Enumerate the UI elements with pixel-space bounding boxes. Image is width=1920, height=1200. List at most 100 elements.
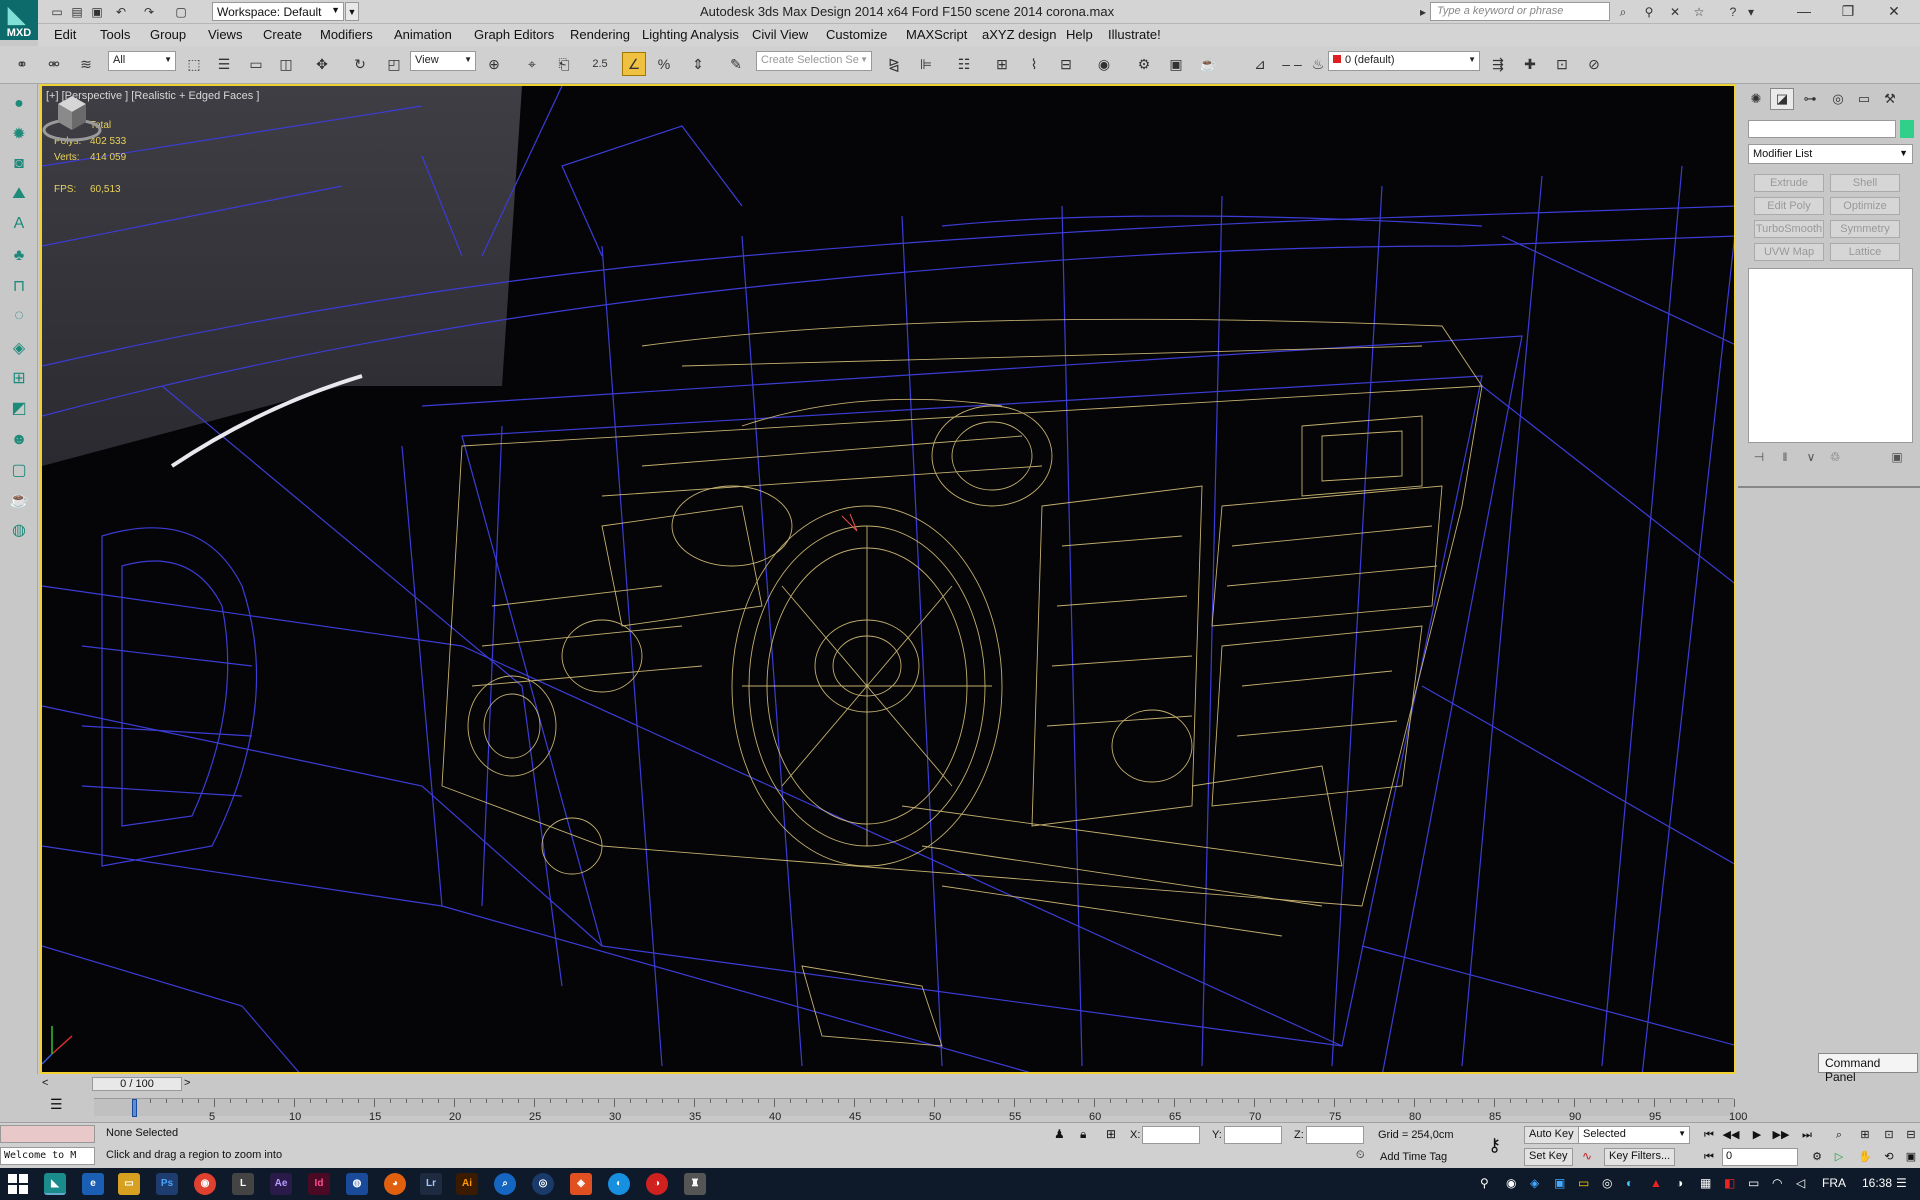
taskbar-app3-icon[interactable]: ◐ [608, 1173, 630, 1195]
menu-create[interactable]: Create [263, 27, 302, 42]
taskbar-firefox-icon[interactable]: ◕ [384, 1173, 406, 1195]
symmetry-button[interactable]: Symmetry [1830, 220, 1900, 238]
tray-volume-icon[interactable]: ◁ [1796, 1176, 1805, 1190]
search-input[interactable]: Type a keyword or phrase [1430, 2, 1610, 21]
key-curve-icon[interactable]: ∿ [1582, 1149, 1592, 1163]
make-unique-icon[interactable]: ∨ [1802, 450, 1820, 468]
current-frame-field[interactable]: 0 [1722, 1148, 1798, 1166]
edit-poly-button[interactable]: Edit Poly [1754, 197, 1824, 215]
create-tab-icon[interactable]: ✺ [1744, 88, 1768, 110]
menu-customize[interactable]: Customize [826, 27, 887, 42]
add-to-layer-icon[interactable]: ⊡ [1550, 52, 1574, 76]
menu-axyz-design[interactable]: aXYZ design [982, 27, 1056, 42]
motion-tab-icon[interactable]: ◎ [1826, 88, 1850, 110]
tray-icon-2[interactable]: ◈ [1530, 1176, 1539, 1190]
tray-icon-7[interactable]: ▦ [1700, 1176, 1711, 1190]
layer-icon[interactable]: ⊿ [1248, 52, 1272, 76]
time-slider[interactable]: < 0 / 100 > [40, 1076, 1736, 1092]
tray-icon-6[interactable]: ◑ [1676, 1176, 1683, 1190]
help-icon[interactable]: ? [1724, 3, 1742, 21]
teapot-icon[interactable]: ☕ [7, 488, 31, 512]
remove-modifier-icon[interactable]: ♲ [1826, 450, 1844, 468]
taskbar-aftereffects-icon[interactable]: Ae [270, 1173, 292, 1195]
set-key-button[interactable]: Set Key [1524, 1148, 1573, 1166]
perspective-viewport[interactable]: [+] [Perspective ] [Realistic + Edged Fa… [40, 84, 1736, 1074]
mirror-icon[interactable]: ⧎ [882, 52, 906, 76]
unlink-icon[interactable]: ⚮ [42, 52, 66, 76]
modify-tab-icon[interactable]: ◪ [1770, 88, 1794, 110]
menu-rendering[interactable]: Rendering [570, 27, 630, 42]
layer-dropdown[interactable]: 0 (default) ▼ [1328, 51, 1480, 71]
display-tab-icon[interactable]: ▭ [1852, 88, 1876, 110]
auto-key-button[interactable]: Auto Key [1524, 1126, 1579, 1144]
tray-icon-3[interactable]: ▣ [1554, 1176, 1565, 1190]
lock-selection-icon[interactable]: 🔒︎ [1080, 1127, 1086, 1142]
subscription-icon[interactable]: ⚲ [1640, 3, 1658, 21]
spinner-snap-icon[interactable]: ⇕ [686, 52, 710, 76]
taskbar-edge-icon[interactable]: e [82, 1173, 104, 1195]
layer-props-icon[interactable]: ⇶ [1486, 52, 1510, 76]
add-time-tag-button[interactable]: Add Time Tag [1380, 1151, 1447, 1163]
text-icon[interactable]: A [7, 212, 31, 236]
render-setup-icon[interactable]: ⚙ [1132, 52, 1156, 76]
taskbar-photoshop-icon[interactable]: Ps [156, 1173, 178, 1195]
container-icon[interactable]: ⊓ [7, 274, 31, 298]
play-icon[interactable]: ▶ [1748, 1126, 1766, 1144]
taskbar-illustrator-icon[interactable]: Ai [456, 1173, 478, 1195]
taskbar-app4-icon[interactable]: ◑ [646, 1173, 668, 1195]
lattice-button[interactable]: Lattice [1830, 243, 1900, 261]
current-frame-marker[interactable] [132, 1099, 137, 1117]
uvw-map-button[interactable]: UVW Map [1754, 243, 1824, 261]
open-file-icon[interactable]: ▤ [68, 3, 86, 21]
optimize-button[interactable]: Optimize [1830, 197, 1900, 215]
maxscript-mini-listener[interactable] [0, 1125, 95, 1143]
menu-civil-view[interactable]: Civil View [752, 27, 808, 42]
select-by-name-icon[interactable]: ☰ [212, 52, 236, 76]
app-logo[interactable]: ◣ MXD [0, 0, 38, 40]
field-of-view-icon[interactable]: ▷ [1830, 1148, 1848, 1166]
prev-frame-arrow-icon[interactable]: < [42, 1077, 48, 1089]
workspace-dropdown[interactable]: Workspace: Default ▼ [212, 2, 344, 21]
viewcube-icon[interactable] [42, 86, 102, 146]
restore-button[interactable]: ❐ [1826, 0, 1870, 24]
maxscript-listener[interactable]: Welcome to M [0, 1147, 95, 1165]
new-file-icon[interactable]: ▭ [48, 3, 66, 21]
schematic-view-icon[interactable]: ⊟ [1054, 52, 1078, 76]
window-crossing-icon[interactable]: ◫ [274, 52, 298, 76]
terrain-icon[interactable]: ⛰ [7, 182, 31, 206]
taskbar-chrome-icon[interactable]: ◉ [194, 1173, 216, 1195]
frame-icon[interactable]: ▢ [7, 458, 31, 482]
zoom-extents-all-icon[interactable]: ⊟ [1902, 1126, 1920, 1144]
tray-icon-4[interactable]: ◎ [1602, 1176, 1612, 1190]
tray-wifi-icon[interactable]: ◠ [1772, 1176, 1782, 1190]
render-icon[interactable]: ◈ [7, 336, 31, 360]
key-mode-dropdown[interactable]: Selected ▼ [1578, 1126, 1690, 1144]
select-manipulate-icon[interactable]: ⌖ [520, 52, 544, 76]
tree-icon[interactable]: ♣ [7, 244, 31, 268]
isolate-icon[interactable]: ♟ [1054, 1127, 1065, 1141]
edit-named-selection-icon[interactable]: ✎ [724, 52, 748, 76]
menu-modifiers[interactable]: Modifiers [320, 27, 373, 42]
reference-coordinate-dropdown[interactable]: View ▼ [410, 51, 476, 71]
bind-space-warp-icon[interactable]: ≋ [74, 52, 98, 76]
extrude-button[interactable]: Extrude [1754, 174, 1824, 192]
modifier-stack[interactable] [1748, 268, 1913, 443]
exposure-icon[interactable]: ◩ [7, 396, 31, 420]
key-mode-toggle-icon[interactable]: ⏮ [1700, 1148, 1718, 1166]
people-icon[interactable]: ☻ [7, 428, 31, 452]
taskbar-live-icon[interactable]: L [232, 1173, 254, 1195]
select-rotate-icon[interactable]: ↻ [348, 52, 372, 76]
material-editor-icon[interactable]: ◉ [1092, 52, 1116, 76]
menu-views[interactable]: Views [208, 27, 242, 42]
key-filters-button[interactable]: Key Filters... [1604, 1148, 1676, 1166]
rendered-frame-window-icon[interactable]: ▣ [1164, 52, 1188, 76]
undo-icon[interactable]: ↶ [112, 3, 130, 21]
binoculars-icon[interactable]: ⌕ [1614, 3, 1632, 21]
pan-view-icon[interactable]: ✋ [1856, 1148, 1874, 1166]
taskbar-3dsmax-icon[interactable]: ◣ [44, 1173, 66, 1195]
maximize-viewport-icon[interactable]: ▣ [1902, 1148, 1920, 1166]
layer-manager-icon[interactable]: ☷ [952, 52, 976, 76]
align-icon[interactable]: ⊫ [914, 52, 938, 76]
taskbar-app-icon[interactable]: ◍ [346, 1173, 368, 1195]
tray-adobe-icon[interactable]: ▲ [1650, 1176, 1662, 1190]
